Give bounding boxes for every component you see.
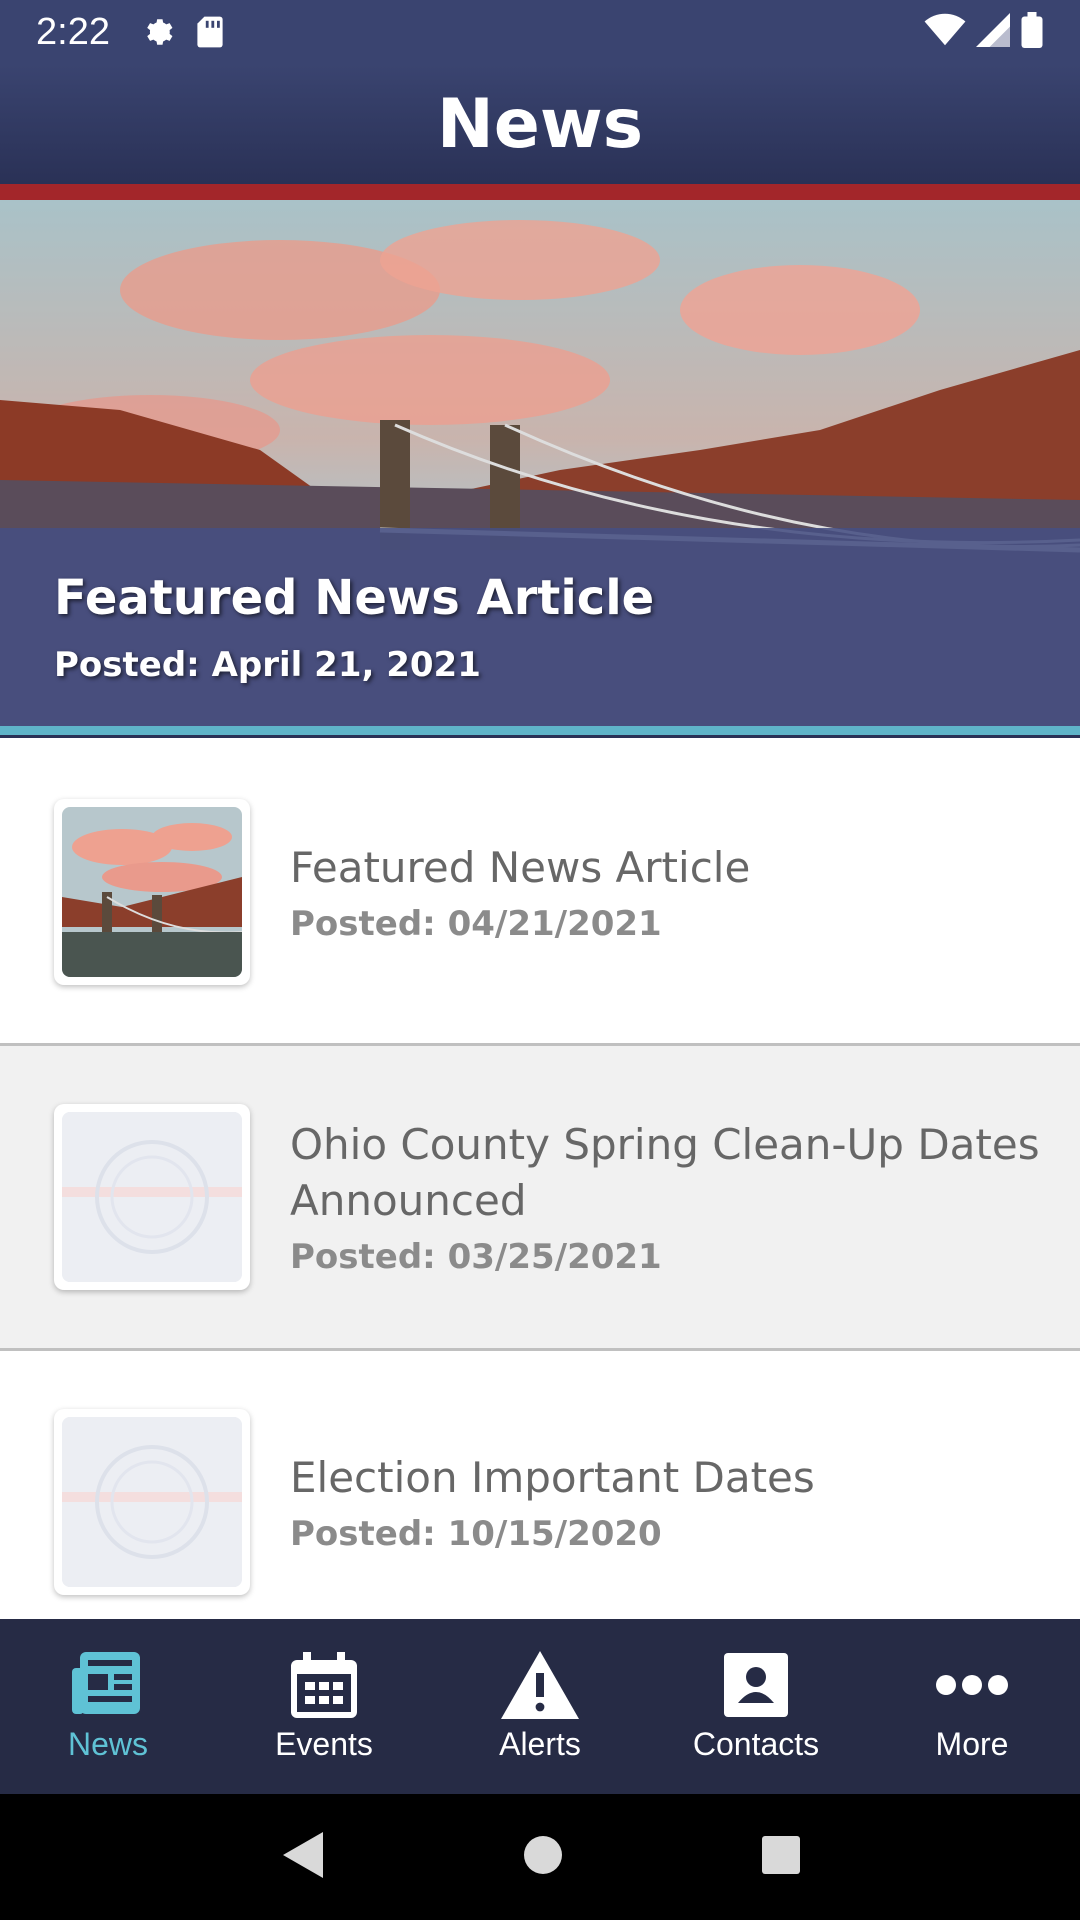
nav-label: More (935, 1726, 1009, 1762)
article-thumbnail (54, 799, 250, 985)
featured-article-hero[interactable]: Featured News Article Posted: April 21, … (0, 200, 1080, 730)
list-item[interactable]: Election Important Dates Posted: 10/15/2… (0, 1351, 1080, 1619)
page-title: News (436, 84, 644, 164)
recents-icon[interactable] (761, 1835, 801, 1879)
nav-label: News (67, 1726, 148, 1762)
hero-caption-overlay (0, 528, 1080, 730)
nav-item-contacts[interactable]: Contacts (648, 1619, 864, 1794)
nav-item-news[interactable]: News (0, 1619, 216, 1794)
hero-title: Featured News Article (54, 570, 655, 626)
header-accent-stripe (0, 184, 1080, 200)
contact-icon (724, 1650, 788, 1720)
battery-icon (1020, 12, 1044, 52)
status-bar: 2:22 (0, 0, 1080, 64)
article-title: Election Important Dates (290, 1453, 815, 1502)
nav-label: Alerts (499, 1726, 581, 1762)
article-date: Posted: 10/15/2020 (290, 1514, 662, 1554)
county-seal (62, 1112, 242, 1282)
more-dots-icon (934, 1650, 1010, 1720)
signal-icon (976, 13, 1010, 51)
sd-card-icon (196, 15, 224, 49)
list-item[interactable]: Ohio County Spring Clean-Up Dates Announ… (0, 1046, 1080, 1351)
list-item[interactable]: Featured News Article Posted: 04/21/2021 (0, 741, 1080, 1046)
nav-item-events[interactable]: Events (216, 1619, 432, 1794)
hero-date: Posted: April 21, 2021 (54, 645, 481, 685)
article-date: Posted: 04/21/2021 (290, 904, 662, 944)
article-thumbnail (54, 1104, 250, 1290)
article-title: Featured News Article (290, 843, 751, 892)
wifi-icon (924, 13, 966, 51)
app-header: News (0, 64, 1080, 184)
back-icon[interactable] (279, 1830, 325, 1884)
gear-icon (140, 15, 174, 49)
nav-item-more[interactable]: More (864, 1619, 1080, 1794)
nav-item-alerts[interactable]: Alerts (432, 1619, 648, 1794)
article-title: Ohio County Spring Clean-Up Dates Announ… (290, 1120, 1040, 1225)
warning-icon (501, 1650, 579, 1720)
home-icon[interactable] (523, 1835, 563, 1879)
article-date: Posted: 03/25/2021 (290, 1237, 662, 1277)
nav-label: Contacts (692, 1726, 820, 1762)
hero-accent-stripe (0, 726, 1080, 738)
county-seal (62, 1417, 242, 1587)
news-list[interactable]: Featured News Article Posted: 04/21/2021… (0, 741, 1080, 1619)
bridge-photo (62, 807, 242, 977)
bottom-nav: News Events Alerts Contacts More (0, 1619, 1080, 1794)
system-nav-bar (0, 1794, 1080, 1920)
article-thumbnail (54, 1409, 250, 1595)
status-time: 2:22 (36, 10, 110, 53)
nav-label: Events (275, 1726, 373, 1762)
newspaper-icon (72, 1650, 144, 1720)
calendar-icon (291, 1650, 357, 1720)
